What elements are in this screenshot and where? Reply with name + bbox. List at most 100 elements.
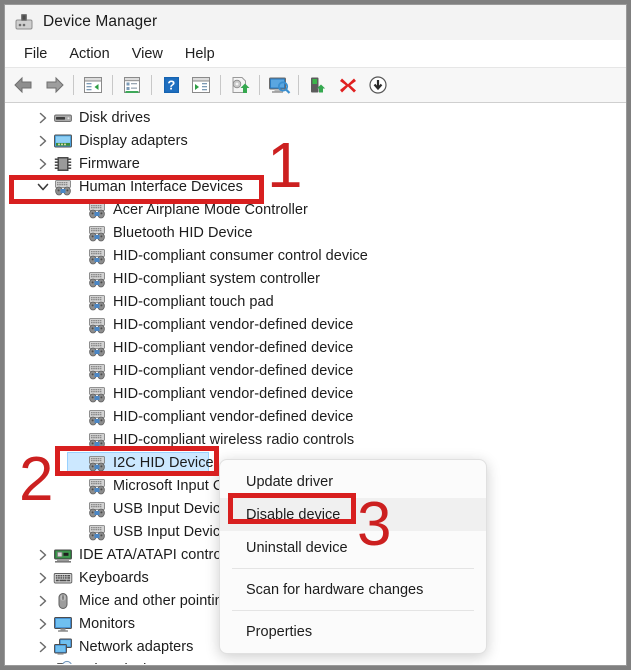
- tree-row[interactable]: HID-compliant consumer control device: [5, 244, 626, 267]
- chevron-placeholder: [67, 336, 87, 359]
- chevron-right-icon[interactable]: [33, 129, 53, 152]
- hid-icon: [87, 223, 107, 243]
- tree-row[interactable]: HID-compliant vendor-defined device: [5, 359, 626, 382]
- tree-row-label: Keyboards: [79, 569, 149, 586]
- hid-icon: [87, 407, 107, 427]
- device-manager-window: Device Manager File Action View Help ? D…: [4, 4, 627, 666]
- tree-row[interactable]: Human Interface Devices: [5, 175, 626, 198]
- chevron-placeholder: [67, 221, 87, 244]
- tree-row[interactable]: Acer Airplane Mode Controller: [5, 198, 626, 221]
- tree-row-label: HID-compliant vendor-defined device: [113, 339, 354, 356]
- chevron-right-icon[interactable]: [33, 106, 53, 129]
- tree-row[interactable]: Disk drives: [5, 106, 626, 129]
- chevron-right-icon[interactable]: [33, 658, 53, 664]
- chevron-placeholder: [67, 474, 87, 497]
- chevron-placeholder: [67, 244, 87, 267]
- tree-row[interactable]: Bluetooth HID Device: [5, 221, 626, 244]
- ctx-scan-hardware-changes[interactable]: Scan for hardware changes: [220, 573, 486, 606]
- chevron-right-icon[interactable]: [33, 152, 53, 175]
- chevron-placeholder: [67, 313, 87, 336]
- tree-row[interactable]: HID-compliant vendor-defined device: [5, 336, 626, 359]
- tree-row[interactable]: HID-compliant wireless radio controls: [5, 428, 626, 451]
- tree-row-label: HID-compliant consumer control device: [113, 247, 368, 264]
- title-bar: Device Manager: [5, 5, 626, 40]
- tree-row-label: Monitors: [79, 615, 135, 632]
- hid-icon: [53, 177, 73, 197]
- tree-row-label: HID-compliant wireless radio controls: [113, 431, 355, 448]
- ctx-disable-device[interactable]: Disable device: [220, 498, 486, 531]
- menu-view[interactable]: View: [121, 44, 174, 64]
- tree-row[interactable]: HID-compliant vendor-defined device: [5, 313, 626, 336]
- chevron-right-icon[interactable]: [33, 566, 53, 589]
- hid-icon: [87, 499, 107, 519]
- ctx-update-driver[interactable]: Update driver: [220, 465, 486, 498]
- chevron-placeholder: [67, 520, 87, 543]
- hid-icon: [87, 292, 107, 312]
- tree-row[interactable]: HID-compliant touch pad: [5, 290, 626, 313]
- chevron-right-icon[interactable]: [33, 612, 53, 635]
- tree-row[interactable]: Firmware: [5, 152, 626, 175]
- tree-row-label: Disk drives: [79, 109, 151, 126]
- chevron-placeholder: [67, 359, 87, 382]
- tree-row[interactable]: HID-compliant vendor-defined device: [5, 405, 626, 428]
- chevron-placeholder: [67, 382, 87, 405]
- hid-icon: [87, 200, 107, 220]
- annotation-number-1: 1: [267, 129, 303, 201]
- show-hide-action-pane-icon[interactable]: [186, 71, 216, 99]
- tree-row-label: HID-compliant system controller: [113, 270, 321, 287]
- tree-row-label: Firmware: [79, 155, 140, 172]
- tree-row-label: HID-compliant touch pad: [113, 293, 274, 310]
- tree-row-label: USB Input Device: [113, 523, 229, 540]
- update-driver-icon[interactable]: [225, 71, 255, 99]
- tree-row[interactable]: HID-compliant system controller: [5, 267, 626, 290]
- back-arrow-icon[interactable]: [9, 71, 39, 99]
- ctx-uninstall-device[interactable]: Uninstall device: [220, 531, 486, 564]
- monitor-icon: [53, 614, 73, 634]
- uninstall-device-icon[interactable]: [333, 71, 363, 99]
- tree-row-label: Human Interface Devices: [79, 178, 243, 195]
- hid-icon: [87, 315, 107, 335]
- tree-row[interactable]: ? Other devices: [5, 658, 626, 664]
- toolbar: ?: [5, 68, 626, 103]
- chevron-right-icon[interactable]: [33, 589, 53, 612]
- window-title: Device Manager: [43, 13, 158, 30]
- context-menu[interactable]: Update driver Disable device Uninstall dev…: [219, 459, 487, 654]
- help-icon[interactable]: ?: [156, 71, 186, 99]
- hid-icon: [87, 246, 107, 266]
- keyboard-icon: [53, 568, 73, 588]
- disable-device-icon[interactable]: [303, 71, 333, 99]
- context-menu-separator: [232, 610, 474, 611]
- hid-icon: [87, 476, 107, 496]
- menu-action[interactable]: Action: [58, 44, 120, 64]
- tree-row-label: I2C HID Device: [113, 454, 214, 471]
- forward-arrow-icon[interactable]: [39, 71, 69, 99]
- toolbar-separator: [298, 75, 299, 95]
- chevron-placeholder: [67, 267, 87, 290]
- show-hide-console-tree-icon[interactable]: [78, 71, 108, 99]
- tree-row-label: Bluetooth HID Device: [113, 224, 253, 241]
- chevron-right-icon[interactable]: [33, 635, 53, 658]
- toolbar-separator: [73, 75, 74, 95]
- device-manager-icon: [13, 11, 35, 33]
- install-legacy-hardware-icon[interactable]: [363, 71, 393, 99]
- chevron-placeholder: [67, 428, 87, 451]
- other-device-icon: ?: [53, 660, 73, 664]
- hid-icon: [87, 522, 107, 542]
- menu-file[interactable]: File: [13, 44, 58, 64]
- ctx-properties[interactable]: Properties: [220, 615, 486, 648]
- chevron-right-icon[interactable]: [33, 543, 53, 566]
- tree-row[interactable]: Display adapters: [5, 129, 626, 152]
- chevron-placeholder: [67, 198, 87, 221]
- properties-icon[interactable]: [117, 71, 147, 99]
- menu-bar: File Action View Help: [5, 40, 626, 68]
- tree-row[interactable]: HID-compliant vendor-defined device: [5, 382, 626, 405]
- display-adapter-icon: [53, 131, 73, 151]
- tree-row-label: Other devices: [79, 662, 169, 665]
- menu-help[interactable]: Help: [174, 44, 226, 64]
- context-menu-separator: [232, 568, 474, 569]
- chevron-down-icon[interactable]: [33, 175, 53, 198]
- scan-hardware-changes-icon[interactable]: [264, 71, 294, 99]
- hid-icon: [87, 430, 107, 450]
- tree-row-label: Display adapters: [79, 132, 188, 149]
- chevron-placeholder: [67, 405, 87, 428]
